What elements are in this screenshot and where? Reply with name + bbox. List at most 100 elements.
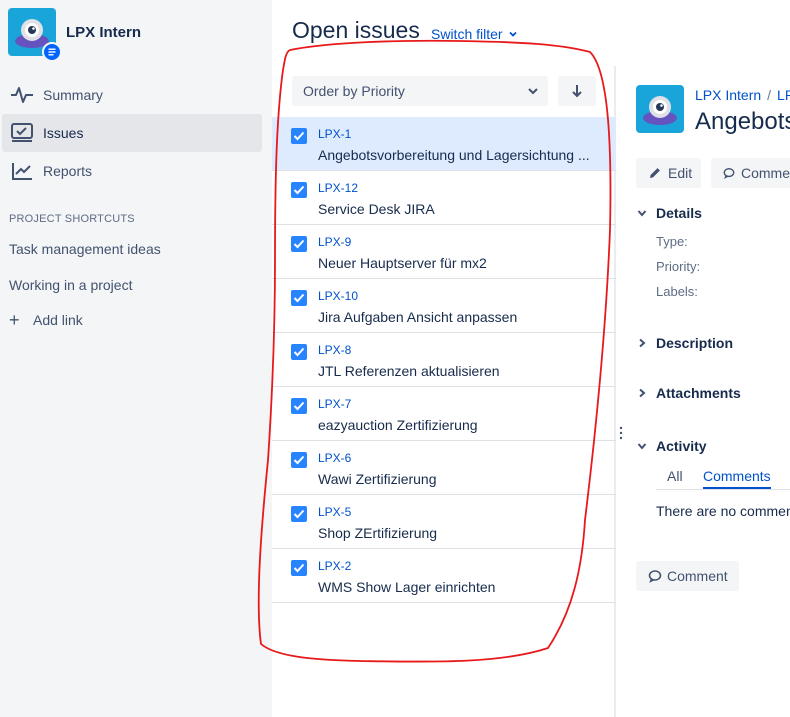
issue-row-selected[interactable]: LPX-1 Angebotsvorbereitung und Lagersich… xyxy=(272,117,616,171)
details-section-toggle[interactable]: Details xyxy=(637,205,702,221)
chevron-down-icon xyxy=(528,88,538,95)
issue-row[interactable]: LPX-5 Shop ZErtifizierung xyxy=(272,495,616,549)
issue-summary: eazyauction Zertifizierung xyxy=(318,417,478,433)
switch-filter-label: Switch filter xyxy=(431,26,503,42)
issue-list-panel: Order by Priority LPX-1 Angebotsvorberei… xyxy=(272,66,616,717)
issue-row[interactable]: LPX-8 JTL Referenzen aktualisieren xyxy=(272,333,616,387)
sidebar-item-summary[interactable]: Summary xyxy=(2,76,262,114)
details-heading: Details xyxy=(656,205,702,221)
comment-bubble-icon xyxy=(723,168,735,179)
task-checkbox-icon xyxy=(291,128,307,144)
panel-resize-handle[interactable] xyxy=(619,425,623,441)
issue-summary: Service Desk JIRA xyxy=(318,201,435,217)
tab-comments[interactable]: Comments xyxy=(703,468,771,484)
issue-list: LPX-1 Angebotsvorbereitung und Lagersich… xyxy=(272,117,616,603)
issue-key[interactable]: LPX-12 xyxy=(318,181,358,195)
edit-label: Edit xyxy=(668,165,693,181)
sidebar-item-reports[interactable]: Reports xyxy=(2,152,262,190)
issue-row[interactable]: LPX-6 Wawi Zertifizierung xyxy=(272,441,616,495)
issue-key[interactable]: LPX-8 xyxy=(318,343,351,357)
attachments-heading: Attachments xyxy=(656,385,741,401)
project-avatar xyxy=(8,8,62,62)
breadcrumb-issue-link[interactable]: LP xyxy=(777,87,790,103)
tabs-divider xyxy=(656,489,790,490)
sidebar-item-label: Reports xyxy=(43,163,93,179)
sidebar-item-label: Issues xyxy=(43,125,84,141)
issue-row[interactable]: LPX-2 WMS Show Lager einrichten xyxy=(272,549,616,603)
issue-project-avatar xyxy=(636,85,684,133)
task-checkbox-icon xyxy=(291,506,307,522)
project-name[interactable]: LPX Intern xyxy=(66,24,141,41)
project-header[interactable] xyxy=(8,8,62,62)
issue-key[interactable]: LPX-9 xyxy=(318,235,351,249)
page-title: Open issues xyxy=(292,17,420,43)
switch-filter-button[interactable]: Switch filter xyxy=(431,26,518,42)
sort-direction-button[interactable] xyxy=(558,76,596,106)
reports-chart-icon xyxy=(10,159,34,183)
issue-title[interactable]: Angebots xyxy=(695,108,790,136)
edit-button[interactable]: Edit xyxy=(636,158,701,188)
activity-section-toggle[interactable]: Activity xyxy=(637,438,707,454)
issue-summary: WMS Show Lager einrichten xyxy=(318,579,496,595)
shortcut-link[interactable]: Task management ideas xyxy=(9,241,161,257)
chevron-down-icon xyxy=(508,31,517,37)
task-checkbox-icon xyxy=(291,398,307,414)
comment-label: Comme xyxy=(740,165,790,181)
pencil-icon xyxy=(650,168,660,178)
issue-row[interactable]: LPX-10 Jira Aufgaben Ansicht anpassen xyxy=(272,279,616,333)
tab-all[interactable]: All xyxy=(667,468,683,484)
breadcrumb: LPX Intern / LP xyxy=(695,87,790,103)
issue-row[interactable]: LPX-9 Neuer Hauptserver für mx2 xyxy=(272,225,616,279)
issues-board-icon xyxy=(10,121,34,145)
plus-icon: + xyxy=(9,310,20,330)
order-by-value: Order by Priority xyxy=(303,83,405,99)
task-checkbox-icon xyxy=(291,452,307,468)
issue-key[interactable]: LPX-6 xyxy=(318,451,351,465)
issue-key[interactable]: LPX-1 xyxy=(318,127,351,141)
description-heading: Description xyxy=(656,335,734,351)
chevron-right-icon xyxy=(639,388,646,398)
shortcut-link[interactable]: Working in a project xyxy=(9,277,132,293)
issue-summary: JTL Referenzen aktualisieren xyxy=(318,363,500,379)
issue-key[interactable]: LPX-2 xyxy=(318,559,351,573)
comment-bubble-icon xyxy=(648,570,662,583)
chevron-down-icon xyxy=(637,443,647,450)
issue-row[interactable]: LPX-7 eazyauction Zertifizierung xyxy=(272,387,616,441)
order-by-select[interactable]: Order by Priority xyxy=(292,76,548,106)
add-link-button[interactable]: + Add link xyxy=(9,311,83,329)
task-checkbox-icon xyxy=(291,344,307,360)
task-checkbox-icon xyxy=(291,236,307,252)
issue-summary: Jira Aufgaben Ansicht anpassen xyxy=(318,309,518,325)
sidebar: LPX Intern Summary Issues Reports PROJEC… xyxy=(0,0,272,717)
task-checkbox-icon xyxy=(291,182,307,198)
priority-field-label: Priority: xyxy=(656,259,701,274)
no-comments-message: There are no commen xyxy=(656,503,790,519)
active-tab-indicator xyxy=(703,487,771,489)
issue-row[interactable]: LPX-12 Service Desk JIRA xyxy=(272,171,616,225)
breadcrumb-project-link[interactable]: LPX Intern xyxy=(695,87,761,103)
task-checkbox-icon xyxy=(291,290,307,306)
comment-button[interactable]: Comme xyxy=(711,158,790,188)
sidebar-item-label: Summary xyxy=(43,87,103,103)
chevron-right-icon xyxy=(639,338,646,348)
summary-pulse-icon xyxy=(10,83,34,107)
arrow-down-icon xyxy=(572,85,582,98)
type-field-label: Type: xyxy=(656,234,688,249)
issue-key[interactable]: LPX-10 xyxy=(318,289,358,303)
issue-summary: Wawi Zertifizierung xyxy=(318,471,437,487)
issue-key[interactable]: LPX-7 xyxy=(318,397,351,411)
description-section-toggle[interactable]: Description xyxy=(637,335,733,351)
issue-key[interactable]: LPX-5 xyxy=(318,505,351,519)
sidebar-item-issues[interactable]: Issues xyxy=(2,114,262,152)
issue-summary: Shop ZErtifizierung xyxy=(318,525,438,541)
shortcuts-heading: PROJECT SHORTCUTS xyxy=(9,213,135,225)
attachments-section-toggle[interactable]: Attachments xyxy=(637,385,741,401)
add-link-label: Add link xyxy=(33,312,83,328)
add-comment-label: Comment xyxy=(667,568,728,584)
task-checkbox-icon xyxy=(291,560,307,576)
breadcrumb-separator: / xyxy=(767,87,772,103)
alien-ufo-icon xyxy=(643,96,677,125)
chevron-down-icon xyxy=(637,210,647,217)
add-comment-button[interactable]: Comment xyxy=(636,561,739,591)
labels-field-label: Labels: xyxy=(656,284,698,299)
